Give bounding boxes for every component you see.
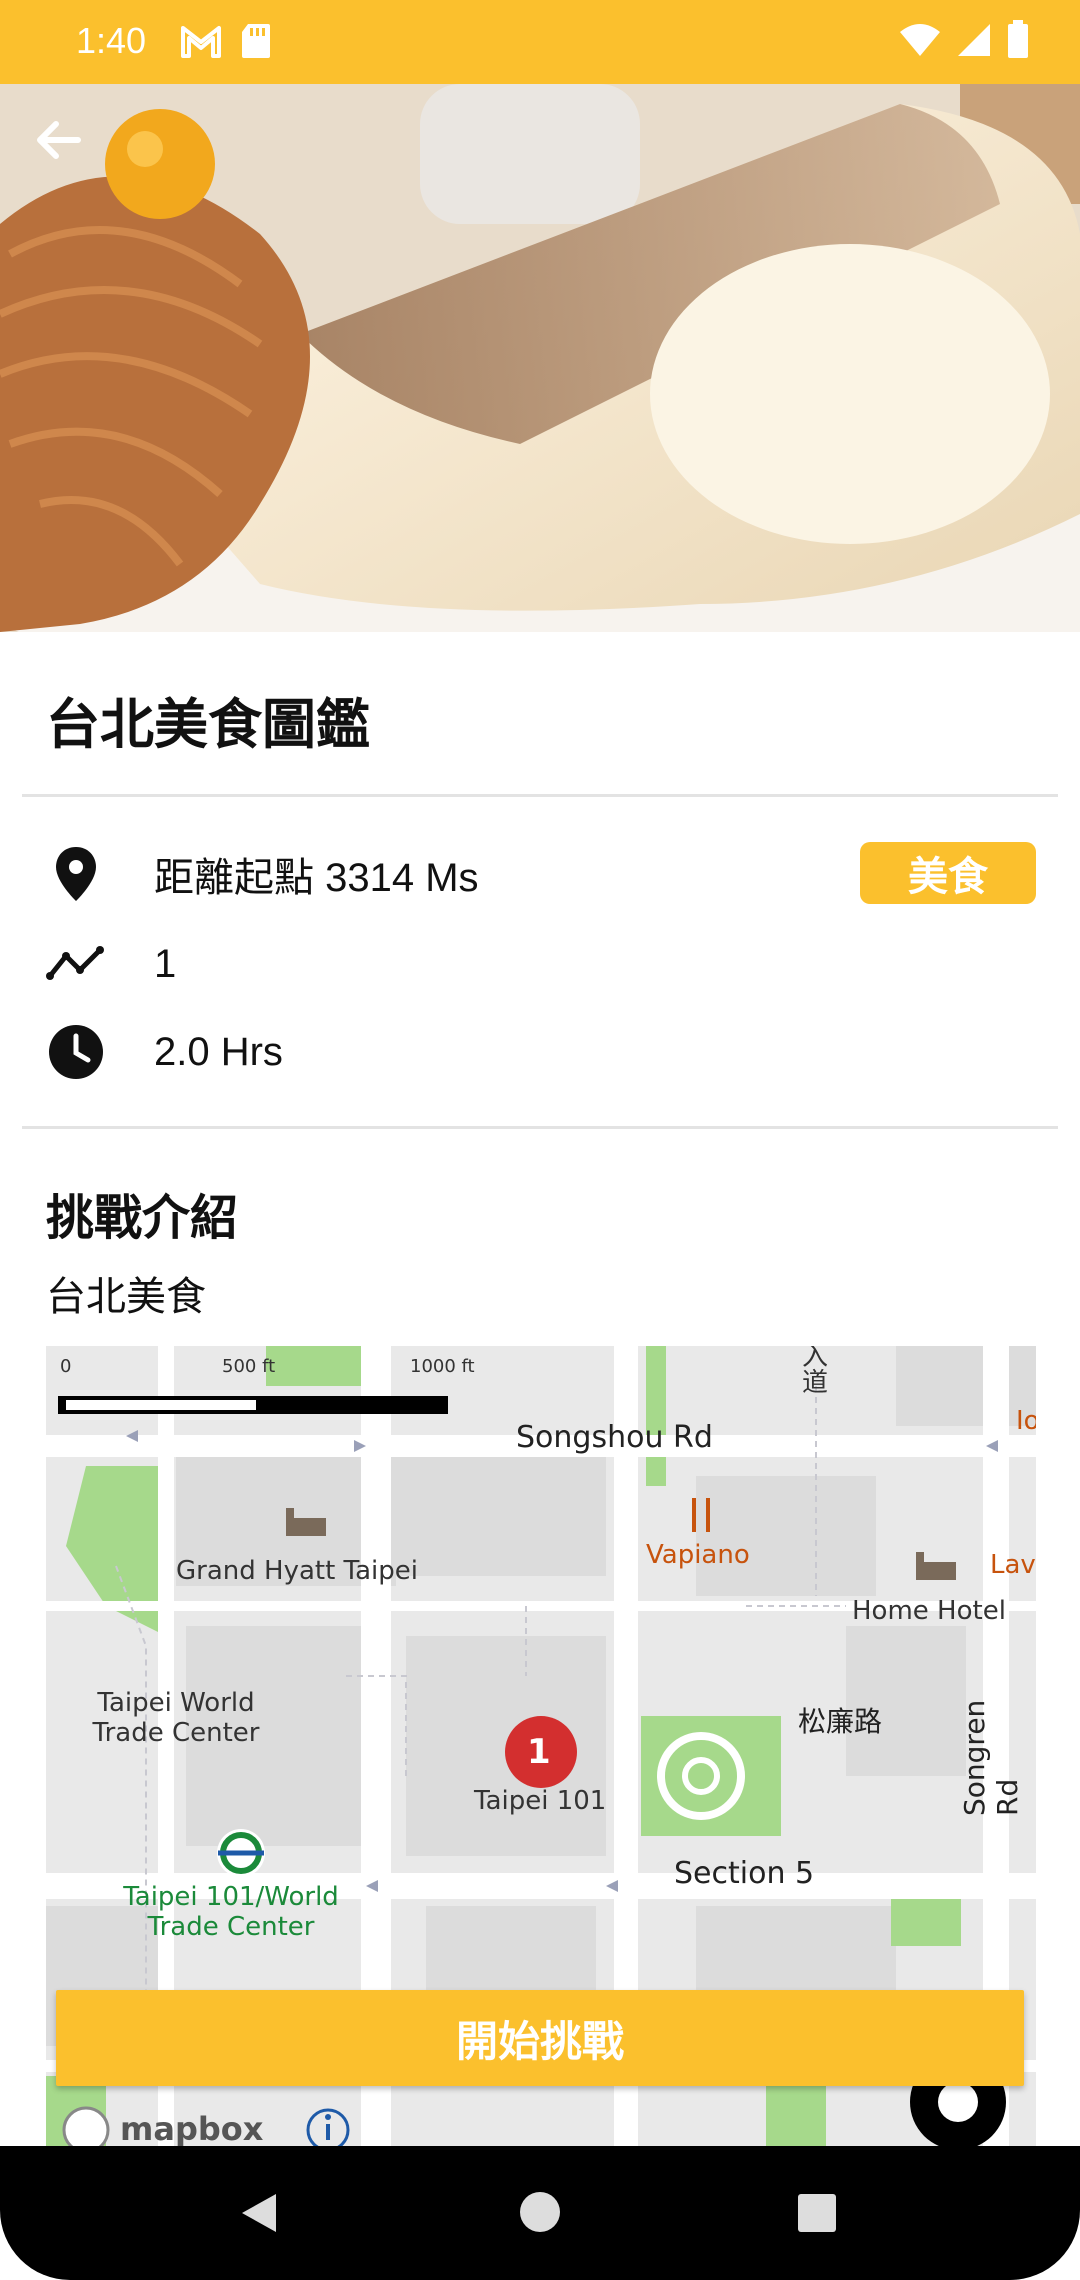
scale-label-1000: 1000 ft xyxy=(410,1356,475,1377)
distance-row: 距離起點 3314 Ms xyxy=(46,844,479,904)
back-button[interactable] xyxy=(30,112,86,168)
status-time: 1:40 xyxy=(76,20,147,61)
section-description: 台北美食 xyxy=(46,1274,206,1320)
location-pin-icon xyxy=(46,844,106,904)
nav-recents-icon[interactable] xyxy=(796,2192,838,2234)
battery-icon xyxy=(1008,20,1028,58)
section-title: 挑戰介紹 xyxy=(46,1190,239,1246)
place-vapiano: Vapiano xyxy=(646,1540,750,1570)
challenge-title: 台北美食圖鑑 xyxy=(46,693,370,756)
gmail-icon xyxy=(181,26,221,58)
distance-text: 距離起點 3314 Ms xyxy=(154,856,479,900)
nav-back-icon[interactable] xyxy=(236,2190,282,2236)
duration-row: 2.0 Hrs xyxy=(46,1022,283,1082)
hero-image xyxy=(0,84,1080,632)
info-icon[interactable] xyxy=(304,2106,352,2146)
scale-label-500: 500 ft xyxy=(222,1356,276,1377)
route-icon xyxy=(46,934,106,994)
place-metro-station: Taipei 101/World Trade Center xyxy=(123,1882,339,1942)
signal-icon xyxy=(958,24,990,56)
place-world-trade-center: Taipei World Trade Center xyxy=(92,1688,260,1748)
nav-home-icon[interactable] xyxy=(518,2190,562,2234)
street-section5: Section 5 xyxy=(674,1856,815,1891)
food-photo xyxy=(0,84,1080,632)
mapbox-logo: mapbox xyxy=(120,2110,264,2146)
scale-label-0: 0 xyxy=(60,1356,72,1377)
start-challenge-button[interactable]: 開始挑戰 xyxy=(56,1990,1024,2086)
place-taipei-101: Taipei 101 xyxy=(474,1786,607,1816)
place-songlian-rd: 松廉路 xyxy=(798,1705,883,1738)
divider-top xyxy=(22,794,1058,797)
street-songshou: Songshou Rd xyxy=(516,1420,713,1455)
screen: 1:40 台北美食圖鑑 距離起點 3314 Ms 美食 1 2.0 Hrs 挑戰… xyxy=(0,0,1080,2280)
place-io: Io xyxy=(1016,1406,1036,1436)
wifi-icon xyxy=(900,24,940,56)
place-grand-hyatt: Grand Hyatt Taipei xyxy=(176,1556,418,1586)
status-icons-right xyxy=(898,20,1030,60)
clock-icon xyxy=(46,1022,106,1082)
duration-text: 2.0 Hrs xyxy=(154,1029,283,1074)
status-icons-left xyxy=(180,22,272,60)
divider-middle xyxy=(22,1126,1058,1129)
place-ru-dao: 入道 xyxy=(802,1346,829,1398)
checkpoints-row: 1 xyxy=(46,934,176,994)
sd-card-icon xyxy=(242,24,270,58)
place-home-hotel: Home Hotel xyxy=(852,1596,1006,1626)
status-bar: 1:40 xyxy=(0,0,1080,84)
street-songren: Songren Rd xyxy=(958,1699,1024,1816)
map-marker[interactable]: 1 xyxy=(527,1732,551,1772)
category-tag: 美食 xyxy=(860,842,1036,904)
place-lav: Lav xyxy=(990,1550,1036,1580)
navigation-bar xyxy=(0,2146,1080,2280)
checkpoints-text: 1 xyxy=(154,941,177,986)
